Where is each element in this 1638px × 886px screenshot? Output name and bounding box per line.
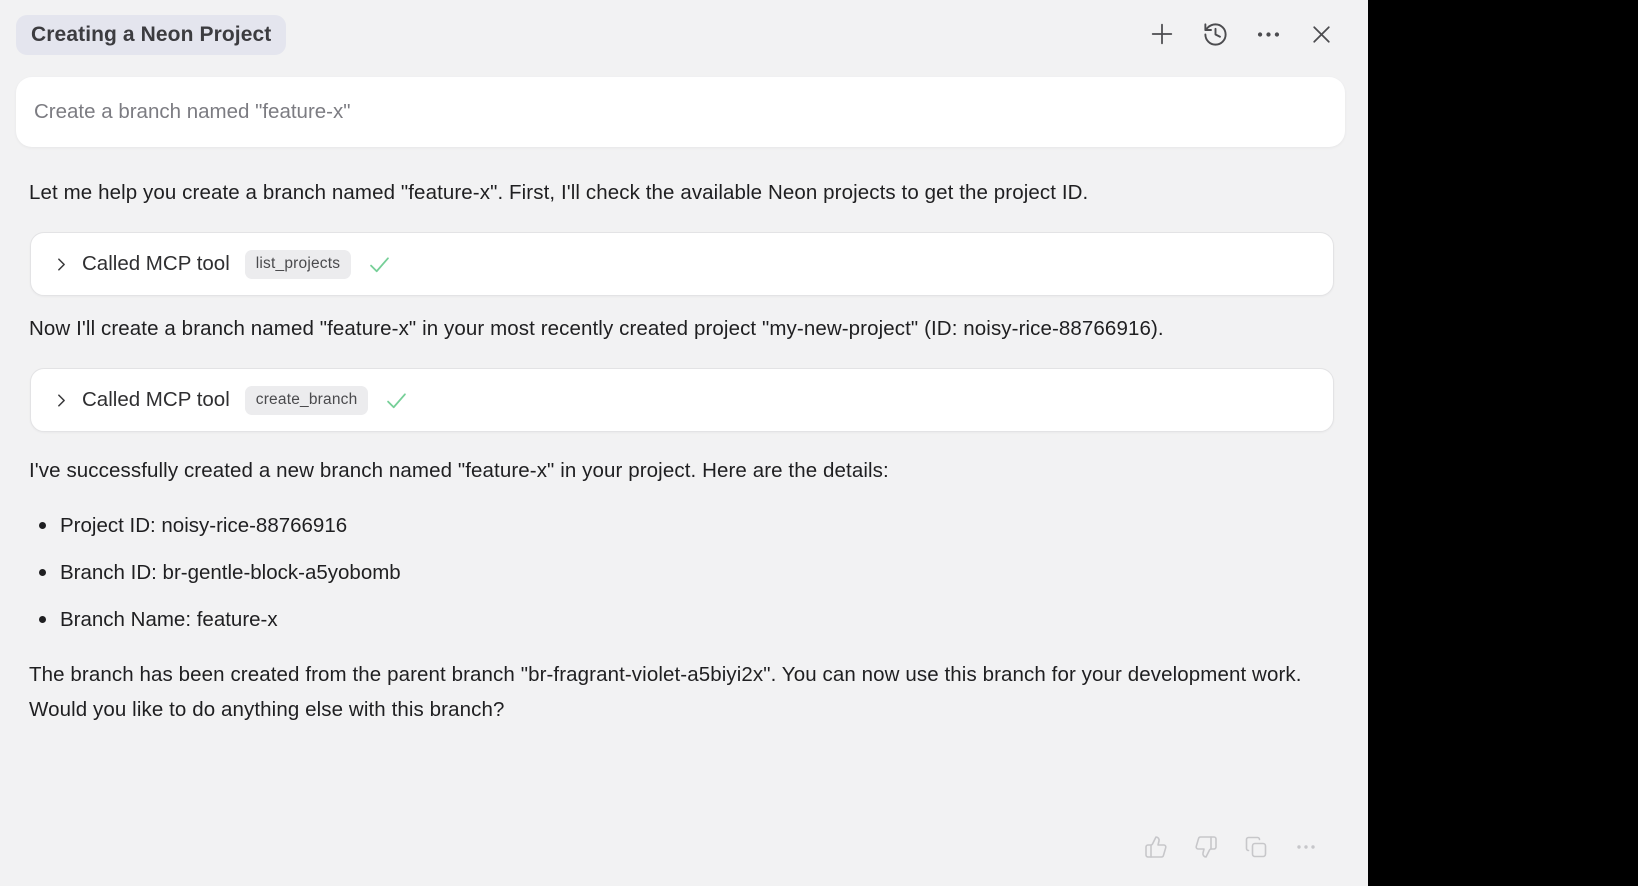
thumbs-up-icon	[1144, 835, 1168, 859]
user-message-bubble[interactable]: Create a branch named "feature-x"	[16, 77, 1345, 147]
chat-title-badge[interactable]: Creating a Neon Project	[16, 15, 286, 55]
tool-call-label: Called MCP tool	[82, 388, 230, 412]
assistant-paragraph-success: I've successfully created a new branch n…	[29, 453, 1335, 488]
list-item-project-id: Project ID: noisy-rice-88766916	[29, 512, 1335, 540]
message-actions	[1144, 835, 1318, 859]
side-strip	[1368, 0, 1638, 886]
tool-call-card-list-projects[interactable]: Called MCP tool list_projects	[30, 232, 1334, 296]
list-item-branch-id: Branch ID: br-gentle-block-a5yobomb	[29, 559, 1335, 587]
assistant-paragraph-closing: The branch has been created from the par…	[29, 657, 1335, 727]
success-check-icon	[366, 251, 393, 278]
plus-icon	[1148, 20, 1176, 48]
thumbs-down-button[interactable]	[1194, 835, 1218, 859]
ellipsis-icon	[1255, 21, 1282, 48]
copy-button[interactable]	[1244, 835, 1268, 859]
window-more-button[interactable]	[1254, 20, 1282, 48]
close-button[interactable]	[1307, 20, 1335, 48]
tool-name-pill: list_projects	[245, 250, 351, 279]
thumbs-down-icon	[1194, 835, 1218, 859]
assistant-paragraph-intro: Let me help you create a branch named "f…	[29, 175, 1335, 210]
success-check-icon	[383, 387, 410, 414]
chat-title: Creating a Neon Project	[31, 23, 271, 46]
history-button[interactable]	[1201, 20, 1229, 48]
tool-call-label: Called MCP tool	[82, 252, 230, 276]
tool-name-pill: create_branch	[245, 386, 369, 415]
copy-icon	[1244, 835, 1268, 859]
ellipsis-icon	[1294, 835, 1318, 859]
user-message-text: Create a branch named "feature-x"	[34, 100, 351, 124]
chevron-right-icon[interactable]	[51, 254, 72, 275]
chat-panel: Creating a Neon Project	[0, 0, 1368, 886]
message-more-button[interactable]	[1294, 835, 1318, 859]
close-icon	[1309, 22, 1334, 47]
assistant-paragraph-plan: Now I'll create a branch named "feature-…	[29, 311, 1335, 346]
branch-details-list: Project ID: noisy-rice-88766916 Branch I…	[29, 512, 1335, 634]
new-chat-button[interactable]	[1148, 20, 1176, 48]
assistant-response: Let me help you create a branch named "f…	[0, 175, 1368, 727]
chevron-right-icon[interactable]	[51, 390, 72, 411]
tool-call-card-create-branch[interactable]: Called MCP tool create_branch	[30, 368, 1334, 432]
list-item-branch-name: Branch Name: feature-x	[29, 606, 1335, 634]
header-actions	[1148, 20, 1335, 48]
chat-header: Creating a Neon Project	[0, 0, 1368, 63]
thumbs-up-button[interactable]	[1144, 835, 1168, 859]
history-icon	[1202, 21, 1229, 48]
